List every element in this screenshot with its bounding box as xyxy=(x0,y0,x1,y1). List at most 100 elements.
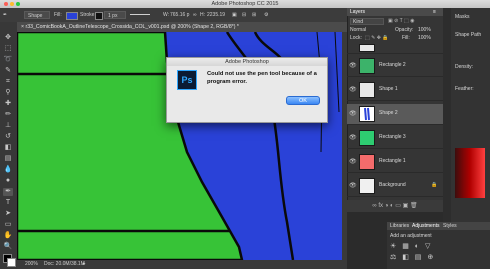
document-size: Doc: 20.0M/38.1M xyxy=(44,261,85,267)
layer-thumbnail xyxy=(359,82,375,98)
healing-brush-tool-icon[interactable]: ✚ xyxy=(3,100,13,108)
crop-tool-icon[interactable]: ⌗ xyxy=(3,78,13,86)
fill-label-layers: Fill: xyxy=(402,35,410,41)
fill-field[interactable]: 100% xyxy=(418,35,431,42)
pen-tool-icon[interactable]: ✒ xyxy=(3,188,13,196)
layer-row-rectangle-2[interactable]: 👁 Rectangle 2 xyxy=(347,56,443,77)
opacity-label: Opacity: xyxy=(395,27,414,33)
w-label: W: xyxy=(163,12,170,18)
visibility-eye-icon[interactable]: 👁 xyxy=(349,110,357,117)
eyedropper-tool-icon[interactable]: ⚲ xyxy=(3,89,13,97)
layer-row-rectangle-1[interactable]: 👁 Rectangle 1 xyxy=(347,152,443,173)
kind-filter-label: Kind xyxy=(353,19,364,25)
adjustments-panel: Libraries Adjustments Styles Add an adju… xyxy=(387,222,490,269)
dodge-tool-icon[interactable]: ● xyxy=(3,177,13,185)
layer-name: Rectangle 3 xyxy=(379,134,406,140)
layer-row-shape-2-selected[interactable]: 👁 Shape 2 xyxy=(347,104,443,125)
adjustments-tabs: Libraries Adjustments Styles xyxy=(387,222,490,230)
layers-tab[interactable]: Layers xyxy=(350,8,365,16)
feather-label: Feather: xyxy=(455,86,474,92)
layer-name: Rectangle 2 xyxy=(379,62,406,68)
move-tool-icon[interactable]: ✥ xyxy=(3,34,13,42)
lasso-tool-icon[interactable]: ➰ xyxy=(3,56,13,64)
width-field[interactable]: 765.16 p xyxy=(170,11,189,19)
quick-select-tool-icon[interactable]: ✎ xyxy=(3,67,13,75)
hand-tool-icon[interactable]: ✋ xyxy=(3,232,13,240)
blend-mode-select[interactable]: Normal xyxy=(350,27,380,34)
color-picker-field[interactable] xyxy=(455,148,485,198)
opacity-field[interactable]: 100% xyxy=(418,27,431,34)
eraser-tool-icon[interactable]: ◧ xyxy=(3,144,13,152)
brush-tool-icon[interactable]: ✏ xyxy=(3,111,13,119)
clone-stamp-tool-icon[interactable]: ⊥ xyxy=(3,122,13,130)
visibility-eye-icon[interactable]: 👁 xyxy=(349,134,357,141)
fill-label: Fill: xyxy=(54,12,62,18)
layer-row-shape-1[interactable]: 👁 Shape 1 xyxy=(347,80,443,101)
add-adjustment-label: Add an adjustment xyxy=(390,233,432,239)
h-label: H: xyxy=(200,12,205,18)
stroke-width-field[interactable]: 1 px xyxy=(104,11,126,19)
tab-styles[interactable]: Styles xyxy=(443,222,457,230)
tools-panel: ✥ ⬚ ➰ ✎ ⌗ ⚲ ✚ ✏ ⊥ ↺ ◧ ▤ 💧 ● ✒ T ➤ ▭ ✋ 🔍 xyxy=(0,22,18,269)
shape-tool-icon[interactable]: ▭ xyxy=(3,221,13,229)
close-window-button[interactable] xyxy=(4,2,8,6)
window-title-bar: Adobe Photoshop CC 2015 xyxy=(0,0,490,8)
visibility-eye-icon[interactable]: 👁 xyxy=(349,86,357,93)
zoom-tool-icon[interactable]: 🔍 xyxy=(3,243,13,251)
path-selection-tool-icon[interactable]: ➤ xyxy=(3,210,13,218)
kind-filter-select[interactable]: Kind xyxy=(350,18,384,25)
blur-tool-icon[interactable]: 💧 xyxy=(3,166,13,174)
status-bar: 200% Doc: 20.0M/38.1M ▸ xyxy=(17,260,347,269)
visibility-eye-icon[interactable]: 👁 xyxy=(349,182,357,189)
filter-icons[interactable]: ▣ ⊘ T ⬚ ◉ xyxy=(388,18,438,25)
layers-footer-icons[interactable]: ∞ fx ◑ ◐ ▭ ▣ 🗑 xyxy=(347,200,443,212)
document-title: r33_ComicBookA_OutlineTelescope_Crossida… xyxy=(25,24,239,30)
tool-mode-select[interactable]: Shape xyxy=(24,11,50,19)
gradient-tool-icon[interactable]: ▤ xyxy=(3,155,13,163)
zoom-percent[interactable]: 200% xyxy=(25,260,38,269)
layer-name: Background xyxy=(379,182,406,188)
masks-label: Masks xyxy=(455,14,470,20)
pen-tool-preset-icon[interactable]: ✒ xyxy=(3,11,7,19)
path-alignment-icon[interactable]: ⊟ xyxy=(242,11,246,19)
history-brush-tool-icon[interactable]: ↺ xyxy=(3,133,13,141)
minimize-window-button[interactable] xyxy=(10,2,14,6)
layer-thumbnail xyxy=(359,44,375,52)
settings-gear-icon[interactable]: ⚙ xyxy=(264,11,268,19)
document-tab[interactable]: × r33_ComicBookA_OutlineTelescope_Crossi… xyxy=(17,22,347,32)
stroke-label: Stroke: xyxy=(80,12,96,18)
path-arrangement-icon[interactable]: ⊞ xyxy=(252,11,256,19)
layer-name: Shape 2 xyxy=(379,110,398,116)
marquee-tool-icon[interactable]: ⬚ xyxy=(3,45,13,53)
path-operations-icon[interactable]: ▣ xyxy=(232,11,237,19)
visibility-eye-icon[interactable]: 👁 xyxy=(349,62,357,69)
fill-swatch[interactable] xyxy=(66,12,78,20)
zoom-window-button[interactable] xyxy=(16,2,20,6)
stroke-swatch[interactable] xyxy=(95,12,103,20)
type-tool-icon[interactable]: T xyxy=(3,199,13,207)
layer-name: Shape 1 xyxy=(379,86,398,92)
window-title: Adobe Photoshop CC 2015 xyxy=(211,1,279,7)
ok-button[interactable]: OK xyxy=(286,96,320,105)
height-field[interactable]: 2235.19 xyxy=(207,11,225,19)
layer-thumbnail xyxy=(359,130,375,146)
density-label: Density: xyxy=(455,64,474,70)
adjustment-icons-row1[interactable]: ☀ ▦ ◐ ▽ xyxy=(390,242,432,250)
background-color-swatch[interactable] xyxy=(7,258,16,267)
tab-adjustments[interactable]: Adjustments xyxy=(412,222,440,230)
lock-icon: 🔒 xyxy=(431,182,438,188)
visibility-eye-icon[interactable]: 👁 xyxy=(349,158,357,165)
link-icon[interactable]: ∞ xyxy=(193,11,197,19)
stroke-type-select[interactable] xyxy=(130,14,150,15)
shape-path-label: Shape Path xyxy=(455,32,482,38)
layer-row-rectangle-3[interactable]: 👁 Rectangle 3 xyxy=(347,128,443,149)
status-menu-arrow-icon[interactable]: ▸ xyxy=(83,260,86,269)
lock-icons[interactable]: ⬚ ✎ ✥ 🔒 xyxy=(365,35,389,42)
layer-name: Rectangle 1 xyxy=(379,158,406,164)
panel-menu-icon[interactable]: ≡ xyxy=(433,8,436,16)
layer-row-background[interactable]: 👁 Background 🔒 xyxy=(347,176,443,197)
tab-libraries[interactable]: Libraries xyxy=(390,222,409,230)
layer-thumbnail xyxy=(359,154,375,170)
adjustment-icons-row2[interactable]: ⚖ ◧ ▤ ⊕ xyxy=(390,253,435,261)
layer-row-partial[interactable] xyxy=(347,44,443,54)
